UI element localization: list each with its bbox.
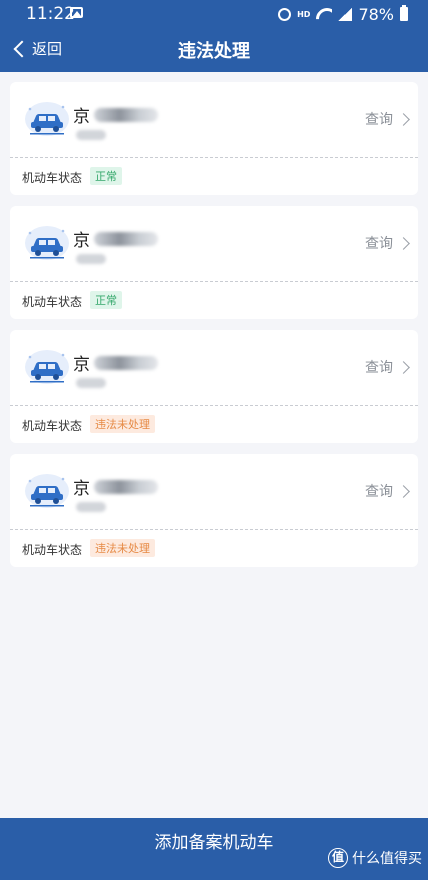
query-button[interactable]: 查询 xyxy=(365,233,410,253)
redacted-subtitle xyxy=(76,378,106,388)
car-icon xyxy=(22,348,72,386)
status-badge: 违法未处理 xyxy=(90,415,155,433)
plate-prefix: 京 xyxy=(73,355,90,375)
plate-prefix: 京 xyxy=(73,107,90,127)
status-badge: 正常 xyxy=(90,291,122,309)
divider xyxy=(10,529,418,530)
chevron-right-icon xyxy=(397,360,410,374)
vehicle-status-label: 机动车状态 xyxy=(22,171,83,185)
battery-percent: 78% xyxy=(358,4,394,24)
plate-prefix: 京 xyxy=(73,479,90,499)
query-label: 查询 xyxy=(365,484,393,500)
plate-number: 京 xyxy=(73,474,158,499)
battery-icon xyxy=(400,5,408,21)
status-bar: 11:22 HD 78% xyxy=(0,0,428,28)
car-icon xyxy=(22,100,72,138)
redacted-subtitle xyxy=(76,130,106,140)
vehicle-card[interactable]: 京 查询 机动车状态 违法未处理 xyxy=(10,330,418,443)
status-badge: 违法未处理 xyxy=(90,539,155,557)
status-time: 11:22 xyxy=(26,4,75,24)
watermark-text: 什么值得买 xyxy=(352,851,422,867)
query-button[interactable]: 查询 xyxy=(365,357,410,377)
status-badge: 正常 xyxy=(90,167,122,185)
plate-number: 京 xyxy=(73,226,158,251)
vehicle-card[interactable]: 京 查询 机动车状态 违法未处理 xyxy=(10,454,418,567)
redacted-plate xyxy=(94,231,158,246)
divider xyxy=(10,157,418,158)
redacted-subtitle xyxy=(76,254,106,264)
query-button[interactable]: 查询 xyxy=(365,481,410,501)
wifi-icon xyxy=(316,8,332,20)
redacted-plate xyxy=(94,479,158,494)
car-icon xyxy=(22,472,72,510)
query-label: 查询 xyxy=(365,360,393,376)
divider xyxy=(10,405,418,406)
plate-number: 京 xyxy=(73,350,158,375)
redacted-subtitle xyxy=(76,502,106,512)
status-icons: HD 78% xyxy=(278,4,408,24)
query-label: 查询 xyxy=(365,112,393,128)
photo-icon xyxy=(70,7,83,18)
redacted-plate xyxy=(94,107,158,122)
divider xyxy=(10,281,418,282)
watermark: 值 什么值得买 xyxy=(328,848,422,868)
chevron-right-icon xyxy=(397,112,410,126)
car-icon xyxy=(22,224,72,262)
vehicle-card[interactable]: 京 查询 机动车状态 正常 xyxy=(10,206,418,319)
redacted-plate xyxy=(94,355,158,370)
vehicle-card[interactable]: 京 查询 机动车状态 正常 xyxy=(10,82,418,195)
plate-prefix: 京 xyxy=(73,231,90,251)
hd-label: HD xyxy=(297,9,311,19)
vehicle-status-label: 机动车状态 xyxy=(22,543,83,557)
alarm-icon xyxy=(278,7,292,21)
watermark-logo: 值 xyxy=(328,848,348,868)
signal-icon xyxy=(338,7,353,21)
chevron-right-icon xyxy=(397,236,410,250)
app-header: 11:22 HD 78% 返回 违法处理 xyxy=(0,0,428,72)
chevron-right-icon xyxy=(397,484,410,498)
page-title: 违法处理 xyxy=(178,41,250,62)
query-label: 查询 xyxy=(365,236,393,252)
query-button[interactable]: 查询 xyxy=(365,109,410,129)
plate-number: 京 xyxy=(73,102,158,127)
vehicle-status-label: 机动车状态 xyxy=(22,295,83,309)
vehicle-status-label: 机动车状态 xyxy=(22,419,83,433)
home-bar xyxy=(0,868,428,880)
nav-bar: 返回 违法处理 xyxy=(0,28,428,72)
